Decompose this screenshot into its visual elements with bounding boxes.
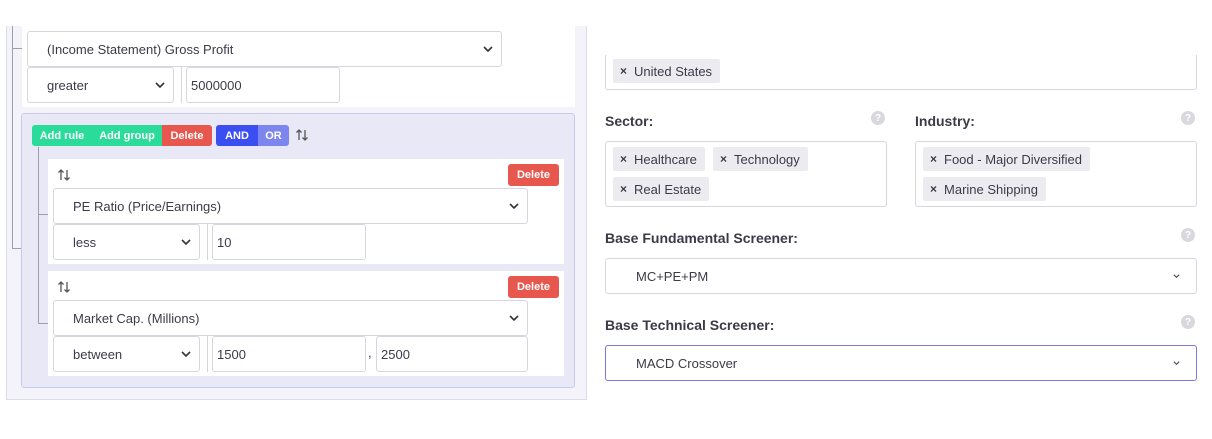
drag-handle-icon[interactable] (57, 280, 71, 294)
chevron-down-icon (483, 46, 493, 53)
value-input[interactable]: 1500 (212, 336, 366, 372)
or-button[interactable]: OR (258, 125, 289, 146)
value2-input[interactable]: 2500 (376, 336, 528, 372)
sector-label: Sector: (605, 113, 654, 129)
value-input[interactable]: 10 (212, 224, 366, 260)
remove-tag-icon[interactable]: × (930, 182, 937, 196)
divider (207, 336, 208, 372)
value-input-text: 10 (217, 234, 232, 250)
tree-line (12, 26, 13, 248)
delete-group-button[interactable]: Delete (162, 125, 212, 146)
delete-group-label: Delete (170, 129, 204, 142)
industry-tag-input[interactable]: × Food - Major Diversified × Marine Ship… (915, 141, 1197, 207)
operator-select[interactable]: greater (27, 67, 174, 103)
remove-tag-icon[interactable]: × (620, 182, 627, 196)
help-icon[interactable]: ? (1181, 111, 1195, 125)
tag-label: Marine Shipping (944, 181, 1038, 197)
field-select[interactable]: (Income Statement) Gross Profit (27, 31, 502, 67)
field-select-value: Market Cap. (Millions) (73, 310, 200, 326)
tag-label: Food - Major Diversified (944, 151, 1083, 167)
value2-input-text: 2500 (381, 346, 410, 362)
tag: × Healthcare (613, 147, 705, 171)
chevron-down-icon (509, 315, 519, 322)
remove-tag-icon[interactable]: × (620, 152, 627, 166)
remove-tag-icon[interactable]: × (720, 152, 727, 166)
divider (181, 67, 182, 103)
delete-rule-button[interactable]: Delete (508, 276, 559, 298)
range-separator: , (368, 345, 372, 360)
field-select[interactable]: PE Ratio (Price/Earnings) (53, 188, 528, 224)
chevron-down-icon (181, 239, 191, 246)
tag: × Real Estate (613, 177, 710, 201)
add-group-label: Add group (99, 129, 155, 142)
tag-label: Healthcare (634, 151, 697, 167)
chevron-down-icon (155, 82, 165, 89)
tag-label: Technology (734, 151, 800, 167)
country-tag-input[interactable]: × United States (605, 55, 1197, 90)
operator-select[interactable]: less (53, 224, 200, 260)
base-technical-value: MACD Crossover (636, 355, 738, 371)
base-fundamental-value: MC+PE+PM (636, 268, 709, 284)
and-label: AND (225, 129, 249, 142)
tree-line (38, 147, 39, 323)
add-group-button[interactable]: Add group (92, 125, 162, 146)
operator-select[interactable]: between (53, 336, 200, 372)
delete-rule-label: Delete (516, 281, 551, 293)
or-label: OR (265, 129, 282, 142)
sort-icon[interactable] (295, 128, 309, 142)
tag: × Technology (713, 147, 808, 171)
value-input[interactable]: 5000000 (186, 67, 340, 103)
chevron-down-icon (181, 351, 191, 358)
chevron-down-icon (509, 203, 519, 210)
and-button[interactable]: AND (216, 125, 258, 146)
tag: × United States (613, 59, 721, 83)
tag: × Food - Major Diversified (923, 147, 1091, 171)
delete-rule-label: Delete (516, 169, 551, 181)
field-select[interactable]: Market Cap. (Millions) (53, 300, 528, 336)
operator-select-value: less (73, 234, 97, 250)
field-select-value: (Income Statement) Gross Profit (47, 41, 234, 57)
tag-label: United States (634, 63, 713, 79)
value-input-text: 5000000 (191, 77, 242, 93)
divider (207, 224, 208, 260)
value-input-text: 1500 (217, 346, 246, 362)
base-technical-label: Base Technical Screener: (605, 317, 775, 333)
add-rule-label: Add rule (39, 129, 85, 142)
tree-line (38, 214, 48, 215)
tag: × Marine Shipping (923, 177, 1046, 201)
base-fundamental-select[interactable]: MC+PE+PM (605, 258, 1197, 294)
help-icon[interactable]: ? (1181, 315, 1195, 329)
delete-rule-button[interactable]: Delete (508, 164, 559, 186)
chevron-down-icon (1173, 274, 1180, 279)
chevron-down-icon (1173, 361, 1180, 366)
drag-handle-icon[interactable] (57, 168, 71, 182)
remove-tag-icon[interactable]: × (930, 152, 937, 166)
base-fundamental-label: Base Fundamental Screener: (605, 230, 798, 246)
tag-label: Real Estate (634, 181, 702, 197)
help-icon[interactable]: ? (871, 111, 885, 125)
remove-tag-icon[interactable]: × (620, 64, 627, 78)
base-technical-select[interactable]: MACD Crossover (605, 345, 1197, 381)
operator-select-value: between (73, 346, 123, 362)
field-select-value: PE Ratio (Price/Earnings) (73, 198, 222, 214)
add-rule-button[interactable]: Add rule (32, 125, 92, 146)
sector-tag-input[interactable]: × Healthcare × Technology × Real Estate (605, 141, 887, 207)
tree-line (38, 323, 48, 324)
operator-select-value: greater (47, 77, 89, 93)
tree-line (12, 248, 21, 249)
industry-label: Industry: (915, 113, 975, 129)
help-icon[interactable]: ? (1181, 228, 1195, 242)
